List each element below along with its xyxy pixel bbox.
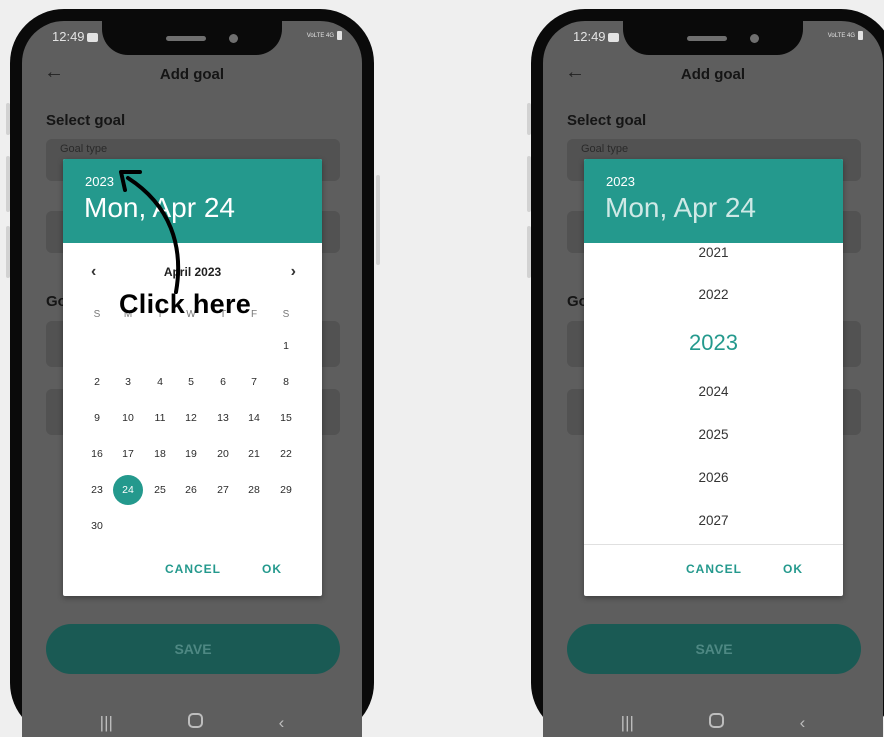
save-button[interactable]: SAVE	[567, 624, 861, 674]
date-picker-header: 2023 Mon, Apr 24	[584, 159, 843, 243]
status-indicators: VoLTE 4G	[307, 31, 342, 40]
calendar-day[interactable]: 5	[176, 367, 206, 397]
phone-frame-left: 12:49 VoLTE 4G ← Add goal Select goal Go…	[10, 9, 374, 737]
system-nav-bar: ||| ‹	[543, 713, 883, 733]
phone-frame-right: 12:49 VoLTE 4G ← Add goal Select goal Go…	[531, 9, 884, 737]
calendar-day[interactable]: 3	[113, 367, 143, 397]
nav-back-icon[interactable]: ‹	[279, 713, 285, 733]
calendar-day[interactable]: 8	[271, 367, 301, 397]
calendar-day[interactable]: 16	[82, 439, 112, 469]
year-item[interactable]: 2022	[584, 287, 843, 302]
power-button	[376, 175, 380, 265]
calendar-day[interactable]: 14	[239, 403, 269, 433]
calendar-day[interactable]: 11	[145, 403, 175, 433]
goal-type-label: Goal type	[60, 143, 108, 155]
month-navigation: ‹ April 2023 ›	[63, 263, 322, 281]
date-picker-dialog: 2023 Mon, Apr 24 ‹ April 2023 › SMTWTFS …	[63, 159, 322, 596]
month-label: April 2023	[163, 265, 222, 279]
header-selected-date[interactable]: Mon, Apr 24	[605, 192, 756, 224]
ok-button[interactable]: OK	[783, 562, 803, 576]
calendar-day[interactable]: 18	[145, 439, 175, 469]
year-item[interactable]: 2027	[584, 513, 843, 528]
section-heading-select-goal: Select goal	[567, 112, 647, 129]
calendar-day[interactable]: 9	[82, 403, 112, 433]
weekday-label: S	[282, 309, 290, 320]
calendar-day[interactable]: 1	[271, 331, 301, 361]
calendar-day[interactable]: 25	[145, 475, 175, 505]
calendar-day-selected[interactable]: 24	[113, 475, 143, 505]
calendar-day[interactable]: 20	[208, 439, 238, 469]
nav-back-icon[interactable]: ‹	[800, 713, 806, 733]
goal-type-label: Goal type	[581, 143, 629, 155]
camera-icon	[750, 34, 759, 43]
notch	[623, 21, 803, 55]
year-item-selected[interactable]: 2023	[584, 330, 843, 356]
calendar-day[interactable]: 28	[239, 475, 269, 505]
annotation-label: Click here	[119, 289, 252, 319]
cancel-button[interactable]: CANCEL	[686, 562, 742, 576]
system-nav-bar: ||| ‹	[22, 713, 362, 733]
calendar-day[interactable]: 29	[271, 475, 301, 505]
calendar-day[interactable]: 19	[176, 439, 206, 469]
status-time: 12:49	[52, 29, 98, 44]
calendar-day[interactable]: 7	[239, 367, 269, 397]
camera-icon	[229, 34, 238, 43]
date-picker-header: 2023 Mon, Apr 24	[63, 159, 322, 243]
nav-recents-icon[interactable]: |||	[621, 713, 634, 733]
header-year[interactable]: 2023	[606, 174, 635, 189]
status-time: 12:49	[573, 29, 619, 44]
screen-right: 12:49 VoLTE 4G ← Add goal Select goal Go…	[543, 21, 883, 737]
calendar-day[interactable]: 21	[239, 439, 269, 469]
page-title: Add goal	[680, 66, 746, 83]
status-notification-icon	[607, 33, 619, 43]
calendar-day[interactable]: 6	[208, 367, 238, 397]
calendar-day[interactable]: 22	[271, 439, 301, 469]
screen-left: 12:49 VoLTE 4G ← Add goal Select goal Go…	[22, 21, 362, 737]
calendar-day[interactable]: 23	[82, 475, 112, 505]
status-notification-icon	[86, 33, 98, 43]
nav-home-icon[interactable]	[188, 713, 204, 728]
calendar-day[interactable]: 4	[145, 367, 175, 397]
page-title: Add goal	[159, 66, 225, 83]
ok-button[interactable]: OK	[262, 562, 282, 576]
year-item[interactable]: 2024	[584, 384, 843, 399]
calendar-day[interactable]: 17	[113, 439, 143, 469]
weekday-label: S	[93, 309, 101, 320]
calendar-day[interactable]: 12	[176, 403, 206, 433]
header-year-button[interactable]: 2023	[85, 174, 114, 189]
calendar-day[interactable]: 13	[208, 403, 238, 433]
actions-divider	[584, 544, 843, 545]
header-selected-date: Mon, Apr 24	[84, 192, 235, 223]
year-item[interactable]: 2025	[584, 427, 843, 442]
calendar-day[interactable]: 15	[271, 403, 301, 433]
year-picker-dialog: 2023 Mon, Apr 24 2021 2022 2023 2024 2025 202…	[584, 159, 843, 596]
year-item[interactable]: 2026	[584, 470, 843, 485]
save-button[interactable]: SAVE	[46, 624, 340, 674]
calendar-day[interactable]: 27	[208, 475, 238, 505]
battery-icon	[337, 31, 342, 40]
section-heading-select-goal: Select goal	[46, 112, 126, 129]
nav-recents-icon[interactable]: |||	[100, 713, 113, 733]
calendar-day[interactable]: 30	[82, 511, 112, 541]
battery-icon	[858, 31, 863, 40]
cancel-button[interactable]: CANCEL	[165, 562, 221, 576]
calendar-day[interactable]: 26	[176, 475, 206, 505]
status-indicators: VoLTE 4G	[828, 31, 863, 40]
year-item[interactable]: 2021	[584, 245, 843, 260]
calendar-day[interactable]: 10	[113, 403, 143, 433]
notch	[102, 21, 282, 55]
chevron-right-icon[interactable]: ›	[291, 263, 296, 281]
calendar-day[interactable]: 2	[82, 367, 112, 397]
nav-home-icon[interactable]	[709, 713, 725, 728]
